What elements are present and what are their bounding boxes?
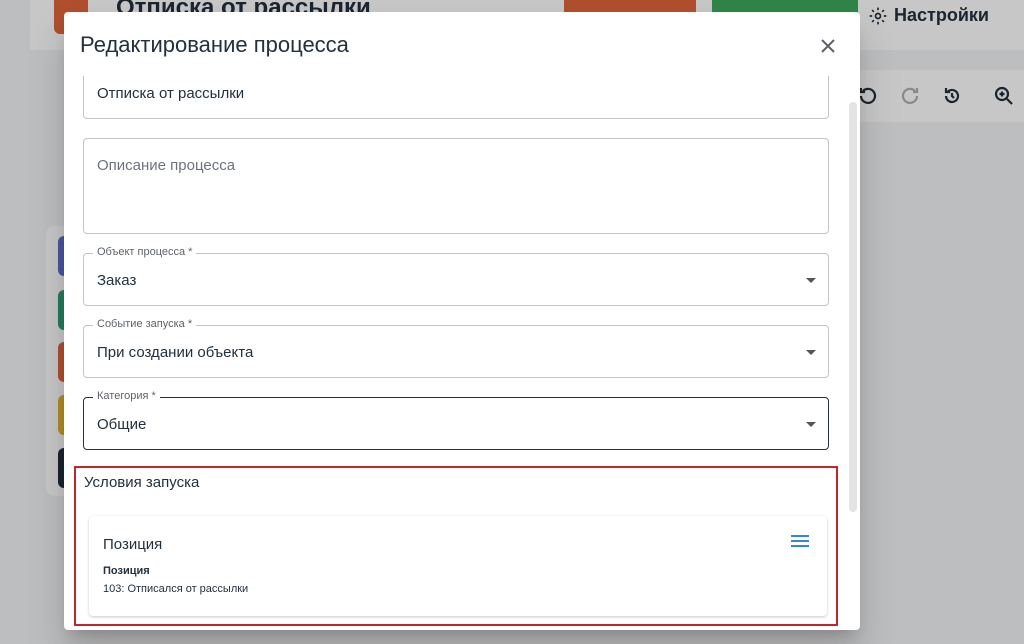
process-object-select[interactable]: Объект процесса * Заказ — [83, 246, 829, 306]
trigger-label: Событие запуска * — [93, 318, 197, 330]
chevron-down-icon — [806, 422, 816, 427]
dialog-body: Отписка от рассылки Описание процесса Об… — [64, 76, 860, 630]
description-placeholder: Описание процесса — [97, 157, 236, 174]
process-description-field[interactable]: Описание процесса — [83, 138, 829, 234]
process-name-value: Отписка от рассылки — [97, 85, 245, 102]
trigger-value: При создании объекта — [97, 344, 254, 361]
edit-process-dialog: Редактирование процесса Отписка от рассы… — [64, 12, 860, 630]
condition-field-label: Позиция — [103, 565, 150, 577]
launch-conditions-section: Условия запуска Позиция Позиция 103: Отп… — [74, 466, 838, 626]
category-label: Категория * — [93, 390, 160, 402]
condition-card[interactable]: Позиция Позиция 103: Отписался от рассыл… — [89, 516, 827, 616]
condition-card-title: Позиция — [103, 536, 163, 553]
menu-icon[interactable] — [791, 534, 809, 548]
chevron-down-icon — [806, 278, 816, 283]
dialog-title: Редактирование процесса — [80, 32, 349, 57]
close-icon[interactable] — [816, 34, 840, 58]
object-label: Объект процесса * — [93, 246, 197, 258]
trigger-event-select[interactable]: Событие запуска * При создании объекта — [83, 318, 829, 378]
category-select[interactable]: Категория * Общие — [83, 390, 829, 450]
launch-conditions-title: Условия запуска — [84, 474, 200, 491]
process-name-field[interactable]: Отписка от рассылки — [83, 76, 829, 119]
object-value: Заказ — [97, 272, 137, 289]
condition-field-value: 103: Отписался от рассылки — [103, 583, 249, 595]
dialog-scrollbar[interactable] — [849, 102, 857, 512]
category-value: Общие — [97, 416, 147, 433]
chevron-down-icon — [806, 350, 816, 355]
